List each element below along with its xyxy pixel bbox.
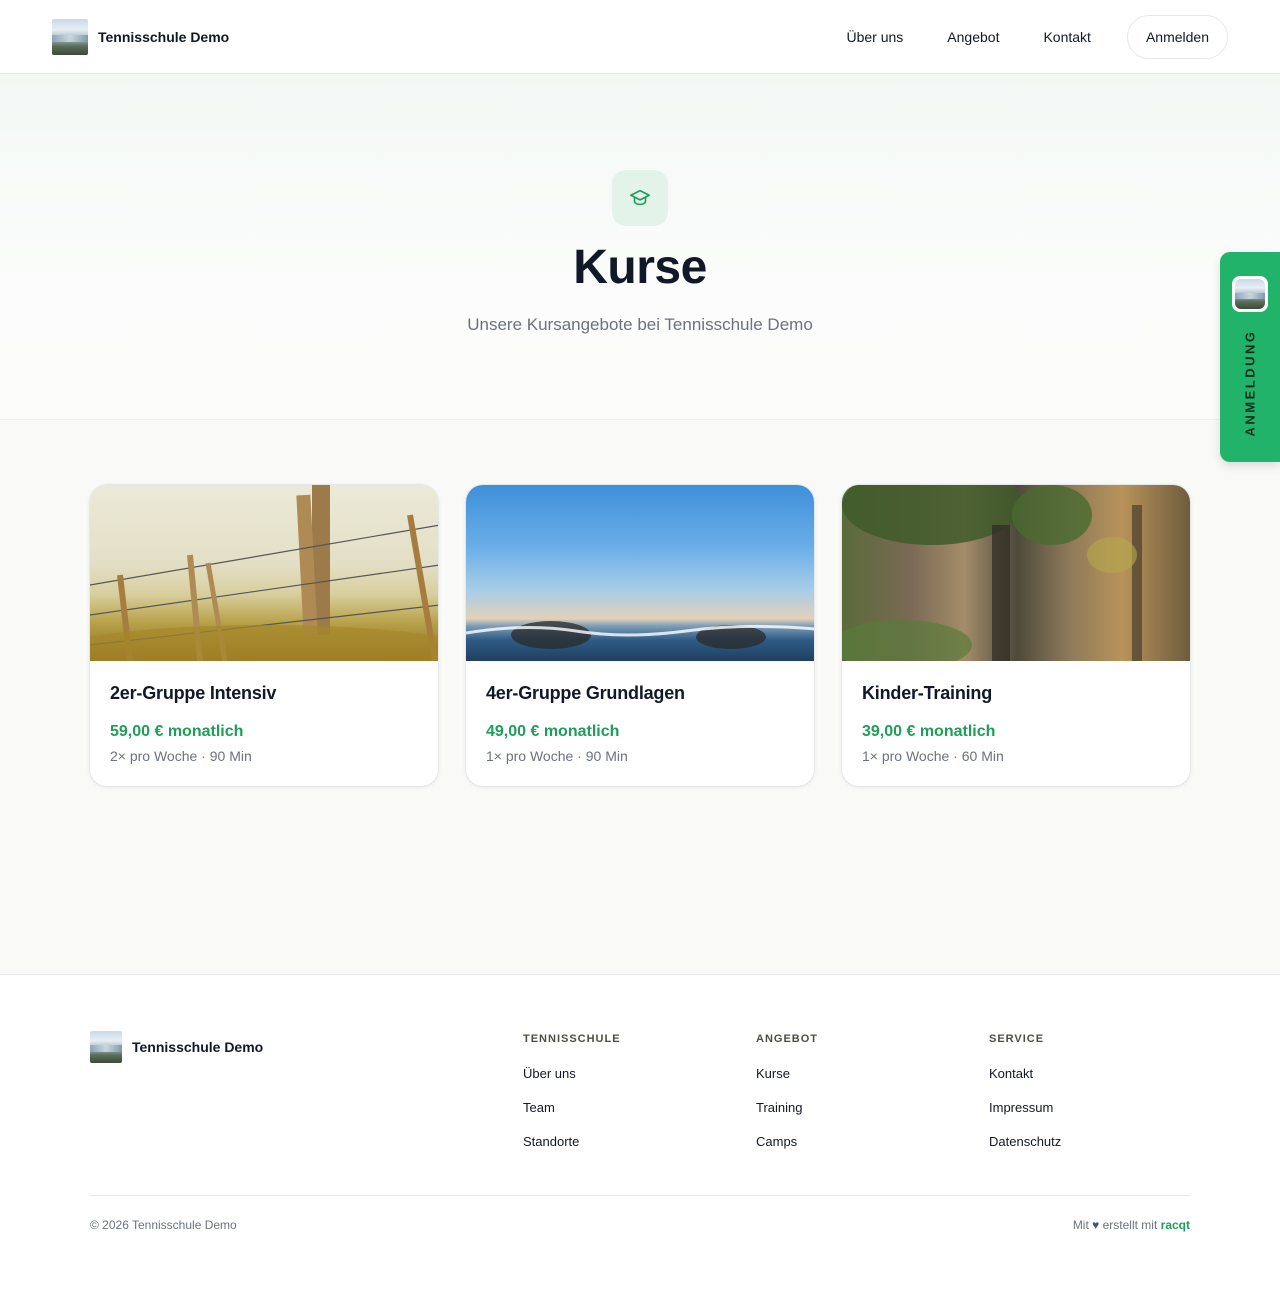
course-card[interactable]: Kinder-Training 39,00 € monatlich 1× pro… [841, 484, 1191, 787]
course-meta: 2× pro Woche · 90 Min [110, 748, 252, 764]
footer-link-kurse[interactable]: Kurse [756, 1066, 818, 1081]
copyright-text: © 2026 Tennisschule Demo [90, 1218, 237, 1232]
made-middle: erstellt mit [1102, 1218, 1158, 1232]
footer-heading: TENNISSCHULE [523, 1033, 621, 1045]
course-price: 59,00 € monatlich [110, 723, 244, 740]
footer-link-kontakt[interactable]: Kontakt [989, 1066, 1061, 1081]
footer-link-training[interactable]: Training [756, 1100, 818, 1115]
footer-divider [90, 1195, 1190, 1196]
course-price: 49,00 € monatlich [486, 723, 620, 740]
site-header: Tennisschule Demo Über uns Angebot Konta… [0, 0, 1280, 74]
course-image-fence [90, 485, 438, 661]
footer-heading: SERVICE [989, 1033, 1045, 1045]
graduation-cap-icon [612, 170, 668, 226]
footer-column-service: SERVICE Kontakt Impressum Datenschutz [989, 1033, 1061, 1168]
footer-link-datenschutz[interactable]: Datenschutz [989, 1134, 1061, 1149]
footer-link-impressum[interactable]: Impressum [989, 1100, 1061, 1115]
logo-image [52, 18, 88, 55]
heart-icon: ♥ [1092, 1218, 1100, 1232]
registration-side-tab[interactable]: ANMELDUNG [1220, 252, 1280, 462]
footer-brand-name: Tennisschule Demo [132, 1039, 264, 1055]
course-price: 39,00 € monatlich [862, 723, 996, 740]
racqt-link[interactable]: racqt [1161, 1218, 1190, 1232]
logo-image [1235, 279, 1265, 309]
footer-column-tennisschule: TENNISSCHULE Über uns Team Standorte [523, 1033, 621, 1168]
course-image-sea [466, 485, 814, 661]
footer-link-team[interactable]: Team [523, 1100, 621, 1115]
course-title: 2er-Gruppe Intensiv [110, 683, 277, 703]
footer-brand[interactable]: Tennisschule Demo [90, 1031, 263, 1063]
course-list: 2er-Gruppe Intensiv 59,00 € monatlich 2×… [89, 484, 1191, 787]
page-subtitle: Unsere Kursangebote bei Tennisschule Dem… [467, 315, 813, 334]
made-prefix: Mit [1072, 1218, 1089, 1232]
nav-link-angebot[interactable]: Angebot [925, 29, 1021, 45]
courses-section: 2er-Gruppe Intensiv 59,00 € monatlich 2×… [0, 420, 1280, 975]
logo-image [90, 1031, 122, 1063]
course-image-rocks [842, 485, 1190, 661]
login-button[interactable]: Anmelden [1126, 14, 1228, 59]
brand-name: Tennisschule Demo [98, 28, 230, 45]
course-card[interactable]: 2er-Gruppe Intensiv 59,00 € monatlich 2×… [89, 484, 439, 787]
footer-link-camps[interactable]: Camps [756, 1134, 818, 1149]
main-nav: Über uns Angebot Kontakt Anmelden [824, 14, 1228, 59]
hero-section: Kurse Unsere Kursangebote bei Tennisschu… [0, 74, 1280, 420]
footer-link-standorte[interactable]: Standorte [523, 1134, 621, 1149]
course-title: Kinder-Training [862, 683, 993, 703]
brand[interactable]: Tennisschule Demo [52, 18, 230, 55]
course-title: 4er-Gruppe Grundlagen [486, 683, 685, 703]
footer-heading: ANGEBOT [756, 1033, 818, 1045]
course-card[interactable]: 4er-Gruppe Grundlagen 49,00 € monatlich … [465, 484, 815, 787]
side-tab-logo [1232, 276, 1268, 312]
course-meta: 1× pro Woche · 90 Min [486, 748, 628, 764]
footer-column-angebot: ANGEBOT Kurse Training Camps [756, 1033, 818, 1168]
footer-link-ueber-uns[interactable]: Über uns [523, 1066, 621, 1081]
course-meta: 1× pro Woche · 60 Min [862, 748, 1004, 764]
made-with-text: Mit ♥ erstellt mit racqt [1073, 1218, 1190, 1232]
site-footer: Tennisschule Demo TENNISSCHULE Über uns … [0, 975, 1280, 1290]
page-title: Kurse [573, 241, 707, 294]
nav-link-ueber-uns[interactable]: Über uns [824, 29, 925, 45]
side-tab-label: ANMELDUNG [1242, 329, 1258, 437]
nav-link-kontakt[interactable]: Kontakt [1021, 29, 1112, 45]
